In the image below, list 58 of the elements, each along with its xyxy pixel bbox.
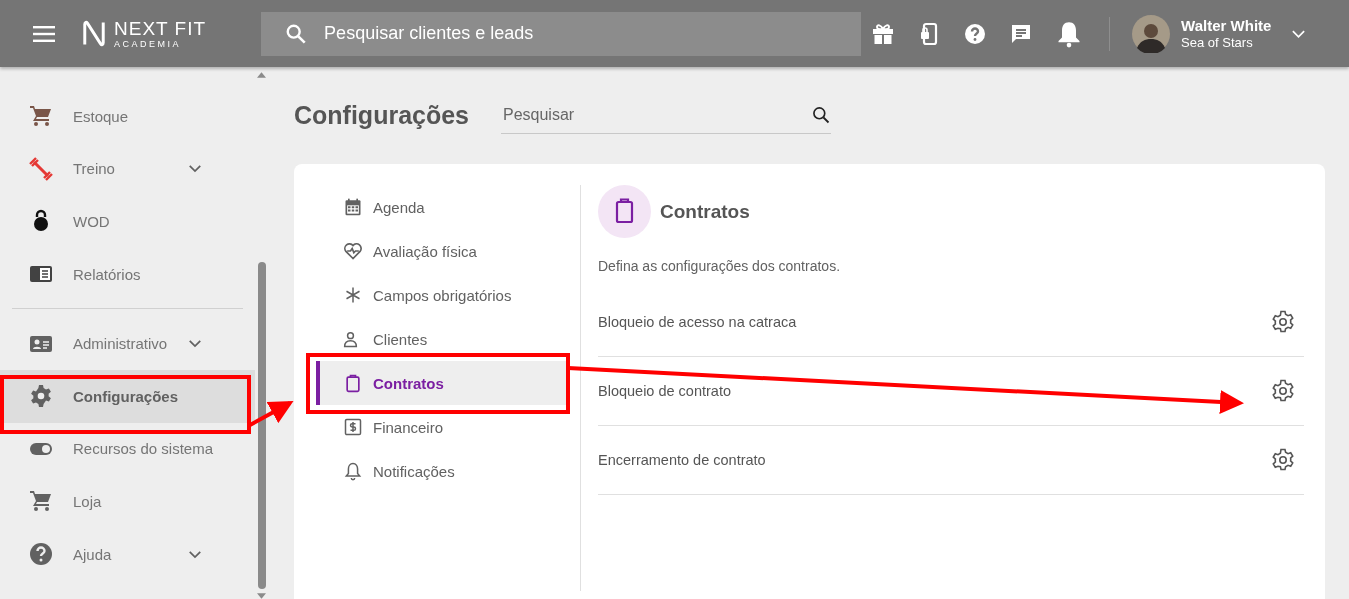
settings-menu-item[interactable]: Financeiro <box>316 405 567 449</box>
scroll-up-icon[interactable] <box>257 72 266 78</box>
calendar-icon <box>343 197 363 217</box>
logo-icon <box>82 19 106 48</box>
search-icon <box>811 105 831 125</box>
setting-label: Bloqueio de contrato <box>598 383 731 399</box>
sidebar-item[interactable]: Recursos do sistema <box>0 422 255 476</box>
user-subtitle: Sea of Stars <box>1181 34 1254 51</box>
setting-label: Encerramento de contrato <box>598 452 766 468</box>
sidebar-item[interactable]: Loja <box>0 475 255 528</box>
arrow <box>249 401 294 427</box>
bell-icon <box>343 461 363 481</box>
section-description: Defina as configurações dos contratos. <box>598 258 842 274</box>
cart-icon <box>29 489 53 514</box>
settings-icon[interactable] <box>1271 379 1295 403</box>
page-title: Configurações <box>294 101 471 130</box>
logo-subtitle: ACADEMIA <box>114 39 182 49</box>
settings-menu-item[interactable]: Contratos <box>316 361 567 405</box>
settings-icon <box>29 384 53 409</box>
chevron-down-icon[interactable] <box>188 549 202 559</box>
sidebar-item[interactable]: Relatórios <box>0 247 255 301</box>
settings-menu-item[interactable]: Campos obrigatórios <box>316 273 567 317</box>
gift-icon[interactable] <box>871 21 896 46</box>
settings-menu-item[interactable]: Avaliação física <box>316 229 567 273</box>
scroll-down-icon[interactable] <box>257 593 266 599</box>
settings-icon[interactable] <box>1271 448 1295 472</box>
sidebar-item[interactable]: Administrativo <box>0 317 255 370</box>
sidebar-item[interactable]: Estoque <box>0 90 255 143</box>
heart-pulse-icon <box>343 241 363 261</box>
logo-title: NEXT FIT <box>114 18 207 38</box>
avatar[interactable] <box>1132 14 1171 53</box>
settings-icon[interactable] <box>1271 310 1295 334</box>
sidebar-item[interactable]: WOD <box>0 195 255 248</box>
clipboard-icon <box>598 185 651 238</box>
user-name: Walter White <box>1181 16 1272 35</box>
search-field[interactable]: Pesquisar <box>501 105 811 125</box>
sidebar-item[interactable]: Treino <box>0 142 255 196</box>
dollar-icon <box>343 417 363 437</box>
settings-menu-item[interactable]: Clientes <box>316 317 567 361</box>
scrollbar-thumb[interactable] <box>257 262 266 589</box>
sidebar-item[interactable]: Configurações <box>0 369 255 423</box>
help-icon[interactable] <box>963 21 988 46</box>
settings-menu-item[interactable]: Agenda <box>316 185 567 229</box>
help-icon <box>29 542 53 567</box>
chevron-down-icon[interactable] <box>188 164 202 174</box>
sidebar-item[interactable]: Ajuda <box>0 527 255 581</box>
dumbbell-icon <box>29 156 53 181</box>
chevron-down-icon[interactable] <box>188 339 202 349</box>
setting-label: Bloqueio de acesso na catraca <box>598 314 797 330</box>
cart-icon <box>29 104 53 129</box>
asterisk-icon <box>343 285 363 305</box>
section-title: Contratos <box>660 200 750 223</box>
settings-menu-item[interactable]: Notificações <box>316 449 567 493</box>
search-icon <box>285 22 308 45</box>
search-input[interactable]: Pesquisar clientes e leads <box>322 22 862 45</box>
search-bar[interactable]: Pesquisar clientes e leads <box>261 11 862 56</box>
menu-icon[interactable] <box>33 25 55 42</box>
clipboard-icon <box>343 373 363 393</box>
